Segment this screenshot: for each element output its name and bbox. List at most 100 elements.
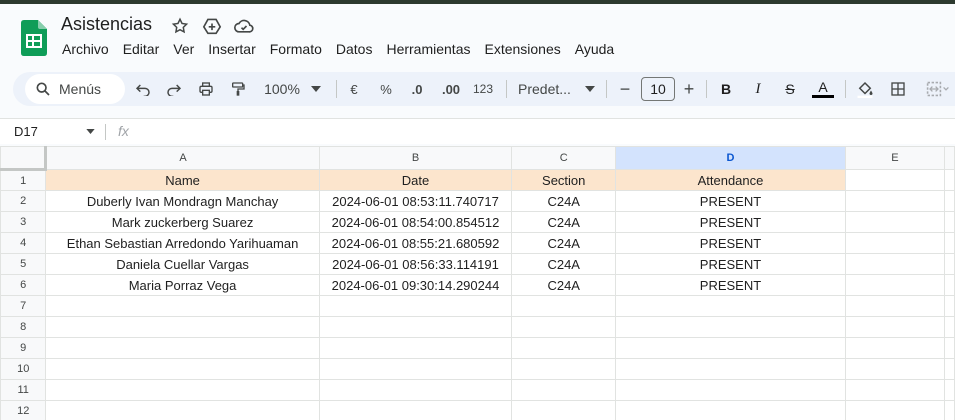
menu-herramientas[interactable]: Herramientas [386, 41, 470, 57]
increase-font-size-button[interactable]: + [681, 79, 697, 99]
cell-d6[interactable]: PRESENT [615, 274, 846, 296]
cell-a7[interactable] [45, 295, 320, 317]
cell-a5[interactable]: Daniela Cuellar Vargas [45, 253, 320, 275]
cell-f5[interactable] [944, 253, 955, 275]
merge-cells-icon[interactable] [921, 79, 955, 99]
cell-c11[interactable] [511, 379, 617, 401]
cell-c6[interactable]: C24A [511, 274, 617, 296]
cell-c8[interactable] [511, 316, 617, 338]
column-header-e[interactable]: E [844, 146, 946, 170]
redo-icon[interactable] [164, 79, 184, 99]
cell-f11[interactable] [944, 379, 955, 401]
name-box-caret-icon[interactable] [86, 129, 95, 134]
cell-f7[interactable] [944, 295, 955, 317]
cell-f3[interactable] [944, 211, 955, 233]
cell-d1[interactable]: Attendance [615, 169, 846, 191]
cell-d8[interactable] [615, 316, 846, 338]
cell-e6[interactable] [844, 274, 946, 296]
name-box[interactable]: D17 [14, 124, 38, 139]
cell-e7[interactable] [844, 295, 946, 317]
cell-e5[interactable] [844, 253, 946, 275]
cell-e11[interactable] [844, 379, 946, 401]
zoom-caret-icon[interactable] [310, 79, 322, 99]
strikethrough-button[interactable]: S [781, 79, 799, 99]
cell-a2[interactable]: Duberly Ivan Mondragn Manchay [45, 190, 320, 212]
decrease-font-size-button[interactable]: − [617, 79, 633, 99]
cell-a1[interactable]: Name [45, 169, 320, 191]
menu-ayuda[interactable]: Ayuda [575, 41, 614, 57]
menu-ver[interactable]: Ver [173, 41, 194, 57]
column-header-f[interactable] [944, 146, 955, 170]
column-header-b[interactable]: B [318, 146, 513, 170]
cell-d3[interactable]: PRESENT [615, 211, 846, 233]
cell-d9[interactable] [615, 337, 846, 359]
cell-a3[interactable]: Mark zuckerberg Suarez [45, 211, 320, 233]
increase-decimal-button[interactable]: .00 [439, 79, 463, 99]
cell-f10[interactable] [944, 358, 955, 380]
cell-c2[interactable]: C24A [511, 190, 617, 212]
row-header[interactable]: 5 [0, 253, 47, 275]
menu-formato[interactable]: Formato [270, 41, 322, 57]
cell-d11[interactable] [615, 379, 846, 401]
row-header[interactable]: 12 [0, 400, 47, 420]
cell-e3[interactable] [844, 211, 946, 233]
star-icon[interactable] [170, 16, 190, 36]
cell-b3[interactable]: 2024-06-01 08:54:00.854512 [318, 211, 513, 233]
undo-icon[interactable] [133, 79, 153, 99]
cell-c5[interactable]: C24A [511, 253, 617, 275]
borders-icon[interactable] [888, 79, 908, 99]
cell-b12[interactable] [318, 400, 513, 420]
cell-b2[interactable]: 2024-06-01 08:53:11.740717 [318, 190, 513, 212]
cell-c1[interactable]: Section [511, 169, 617, 191]
zoom-select[interactable]: 100% [262, 79, 302, 99]
menu-extensiones[interactable]: Extensiones [484, 41, 560, 57]
cell-c4[interactable]: C24A [511, 232, 617, 254]
cell-a4[interactable]: Ethan Sebastian Arredondo Yarihuaman [45, 232, 320, 254]
cell-a10[interactable] [45, 358, 320, 380]
cell-a11[interactable] [45, 379, 320, 401]
font-size-input[interactable]: 10 [641, 77, 675, 101]
cell-b11[interactable] [318, 379, 513, 401]
column-header-a[interactable]: A [45, 146, 320, 170]
cell-b10[interactable] [318, 358, 513, 380]
row-header[interactable]: 6 [0, 274, 47, 296]
cloud-status-icon[interactable] [234, 16, 254, 36]
menu-editar[interactable]: Editar [123, 41, 160, 57]
cell-b5[interactable]: 2024-06-01 08:56:33.114191 [318, 253, 513, 275]
sheets-logo-icon[interactable] [21, 20, 47, 56]
row-header[interactable]: 8 [0, 316, 47, 338]
row-header[interactable]: 7 [0, 295, 47, 317]
document-title[interactable]: Asistencias [61, 14, 152, 35]
paint-format-icon[interactable] [228, 79, 248, 99]
cell-f4[interactable] [944, 232, 955, 254]
cell-f1[interactable] [944, 169, 955, 191]
cell-f9[interactable] [944, 337, 955, 359]
percent-format-button[interactable]: % [377, 79, 395, 99]
currency-format-button[interactable]: € [345, 79, 363, 99]
cell-d4[interactable]: PRESENT [615, 232, 846, 254]
font-family-select[interactable]: Predet... [518, 79, 576, 99]
cell-a6[interactable]: Maria Porraz Vega [45, 274, 320, 296]
cell-a8[interactable] [45, 316, 320, 338]
cell-a9[interactable] [45, 337, 320, 359]
cell-c10[interactable] [511, 358, 617, 380]
cell-d2[interactable]: PRESENT [615, 190, 846, 212]
row-header[interactable]: 3 [0, 211, 47, 233]
cell-b4[interactable]: 2024-06-01 08:55:21.680592 [318, 232, 513, 254]
row-header[interactable]: 1 [0, 169, 47, 191]
cell-c9[interactable] [511, 337, 617, 359]
cell-e8[interactable] [844, 316, 946, 338]
menu-datos[interactable]: Datos [336, 41, 373, 57]
cell-e2[interactable] [844, 190, 946, 212]
number-format-button[interactable]: 123 [470, 79, 496, 99]
row-header[interactable]: 9 [0, 337, 47, 359]
cell-d12[interactable] [615, 400, 846, 420]
select-all-corner[interactable] [0, 146, 48, 171]
decrease-decimal-button[interactable]: .0 [405, 79, 429, 99]
cell-b8[interactable] [318, 316, 513, 338]
cell-b7[interactable] [318, 295, 513, 317]
cell-e9[interactable] [844, 337, 946, 359]
cell-f8[interactable] [944, 316, 955, 338]
cell-c12[interactable] [511, 400, 617, 420]
column-header-d[interactable]: D [615, 146, 846, 170]
